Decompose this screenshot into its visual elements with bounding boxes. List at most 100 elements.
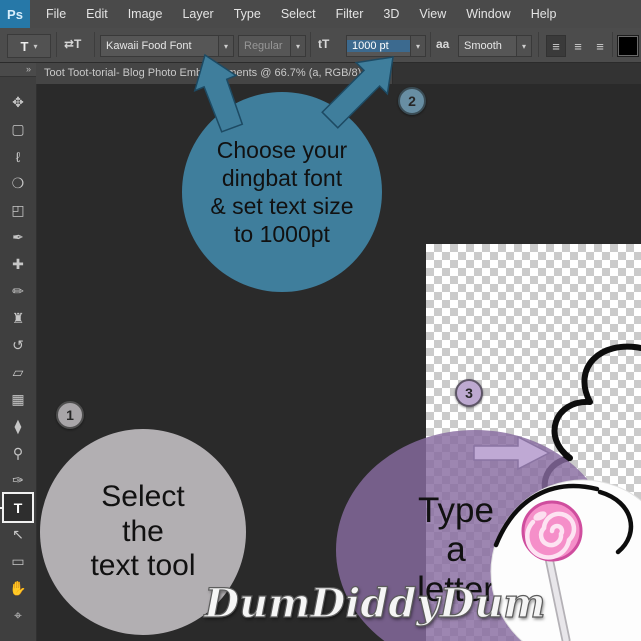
tool-icon: ▭ <box>11 553 25 569</box>
quick-selection-tool[interactable]: ❍ <box>4 170 32 197</box>
tool-icon: ✋ <box>9 580 27 596</box>
menu-item[interactable]: Select <box>271 0 326 28</box>
tool-icon: ↺ <box>12 337 24 353</box>
anti-alias-value: Smooth <box>464 40 502 52</box>
tool-icon: ▢ <box>11 121 25 137</box>
tool-icon: ▱ <box>12 364 24 380</box>
align-left-button[interactable]: ≡ <box>546 35 566 57</box>
marquee-tool[interactable]: ▢ <box>4 116 32 143</box>
anti-alias-icon: aa <box>436 37 450 51</box>
menu-item[interactable]: File <box>36 0 76 28</box>
font-family-value: Kawaii Food Font <box>106 40 192 52</box>
menu-bar: Ps File Edit Image Layer Type Select Filter 3D V… <box>0 0 641 29</box>
healing-brush-tool[interactable]: ✚ <box>4 251 32 278</box>
crop-tool[interactable]: ◰ <box>4 197 32 224</box>
step-3-badge: 3 <box>455 379 483 407</box>
zoom-tool[interactable]: ⌖ <box>4 602 32 629</box>
step-1-badge: 1 <box>56 401 84 429</box>
align-right-button[interactable]: ≡ <box>590 35 610 57</box>
chevron-down-icon[interactable]: ▾ <box>290 36 305 56</box>
step-2-badge: 2 <box>398 87 426 115</box>
separator <box>430 32 431 57</box>
tool-icon: ⌖ <box>14 607 22 623</box>
anti-alias-dropdown[interactable]: Smooth ▾ <box>458 35 532 57</box>
annotation-text: & set text size <box>210 193 354 219</box>
blur-tool[interactable]: ⧫ <box>4 413 32 440</box>
separator <box>538 32 539 57</box>
menu-item[interactable]: Window <box>456 0 520 28</box>
tool-icon: ℓ <box>15 148 21 165</box>
annotation-text: dingbat font <box>221 164 343 191</box>
tool-preset-picker[interactable]: T ▾ <box>7 34 51 58</box>
clone-stamp-tool[interactable]: ♜ <box>4 305 32 332</box>
align-center-button[interactable]: ≡ <box>568 35 588 57</box>
chevron-down-icon: ▾ <box>33 41 38 51</box>
lasso-tool[interactable]: ℓ <box>4 143 32 170</box>
gradient-tool[interactable]: ▦ <box>4 386 32 413</box>
document-tab-title: Toot Toot-torial- Blog Photo Embellishme… <box>44 67 369 79</box>
separator <box>94 32 95 57</box>
annotation-text: Type <box>418 491 494 531</box>
font-style-value: Regular <box>244 40 283 52</box>
chevron-down-icon[interactable]: ▾ <box>218 36 233 56</box>
annotation-text: text tool <box>90 549 196 583</box>
separator <box>310 32 311 57</box>
hand-tool[interactable]: ✋ <box>4 575 32 602</box>
menu-item[interactable]: 3D <box>373 0 409 28</box>
history-brush-tool[interactable]: ↺ <box>4 332 32 359</box>
annotation-circle-step2: Choose your dingbat font & set text size… <box>182 92 382 292</box>
tab-close-icon[interactable]: × <box>377 67 385 80</box>
chevron-down-icon[interactable]: ▾ <box>516 36 531 56</box>
tool-icon: ♜ <box>11 310 25 326</box>
annotation-text: to 1000pt <box>234 221 330 248</box>
brush-tool[interactable]: ✏ <box>4 278 32 305</box>
font-size-dropdown[interactable]: 1000 pt ▾ <box>346 35 426 57</box>
eyedropper-tool[interactable]: ✒ <box>4 224 32 251</box>
collapse-panel-icon[interactable]: » <box>0 62 36 77</box>
menu-item[interactable]: Edit <box>76 0 118 28</box>
pen-tool[interactable]: ✑ <box>4 467 32 494</box>
tool-icon: ▦ <box>11 391 25 407</box>
text-align-group: ≡ ≡ ≡ <box>546 35 610 57</box>
tool-icon: ✒ <box>12 229 24 245</box>
chevron-down-icon[interactable]: ▾ <box>410 36 425 56</box>
menu-item[interactable]: Type <box>224 0 271 28</box>
document-tab[interactable]: Toot Toot-torial- Blog Photo Embellishme… <box>36 62 394 84</box>
annotation-text: Choose your <box>216 136 348 163</box>
tool-icon: ✚ <box>12 256 24 272</box>
tool-icon: ✑ <box>12 472 24 488</box>
type-tool-icon: T <box>20 38 29 54</box>
menu-item[interactable]: Filter <box>326 0 374 28</box>
tool-icon: ✥ <box>12 94 24 110</box>
text-color-swatch[interactable] <box>617 35 639 57</box>
tool-icon: ✏ <box>12 283 24 299</box>
rectangle-tool[interactable]: ▭ <box>4 548 32 575</box>
tool-icon: ⚲ <box>12 445 24 461</box>
eraser-tool[interactable]: ▱ <box>4 359 32 386</box>
menu-item[interactable]: Image <box>118 0 173 28</box>
annotation-text: a <box>446 530 466 570</box>
font-size-icon: tT <box>318 37 330 51</box>
separator <box>612 32 613 57</box>
path-selection-tool[interactable]: ↖ <box>4 521 32 548</box>
tool-icon: ↖ <box>12 526 24 542</box>
photoshop-logo: Ps <box>0 0 30 28</box>
text-orientation-icon[interactable]: ⇄T <box>64 37 81 51</box>
separator <box>56 32 57 57</box>
font-family-dropdown[interactable]: Kawaii Food Font ▾ <box>100 35 234 57</box>
type-tool[interactable]: T <box>0 492 34 523</box>
menu-item[interactable]: Help <box>521 0 567 28</box>
annotation-text: the <box>122 514 164 548</box>
photoshop-window: Choose your dingbat font & set text size… <box>0 0 641 641</box>
tool-rail: » ✥ ▢ ℓ ❍ ◰ ✒ ✚ ✏ ♜ ↺ ▱ ▦ ⧫ ⚲ ✑ T ↖ ▭ ✋ … <box>0 62 37 641</box>
annotation-text: Select <box>101 480 185 514</box>
menu-item[interactable]: View <box>409 0 456 28</box>
font-size-value: 1000 pt <box>347 40 410 52</box>
tool-icon: ❍ <box>11 175 25 191</box>
dodge-tool[interactable]: ⚲ <box>4 440 32 467</box>
font-style-dropdown[interactable]: Regular ▾ <box>238 35 306 57</box>
move-tool[interactable]: ✥ <box>4 89 32 116</box>
menu-item[interactable]: Layer <box>172 0 223 28</box>
tool-list: ✥ ▢ ℓ ❍ ◰ ✒ ✚ ✏ ♜ ↺ ▱ ▦ ⧫ ⚲ ✑ T ↖ ▭ ✋ ⌖ <box>0 77 36 629</box>
options-bar: T ▾ ⇄T Kawaii Food Font ▾ Regular ▾ tT 1… <box>0 28 641 63</box>
